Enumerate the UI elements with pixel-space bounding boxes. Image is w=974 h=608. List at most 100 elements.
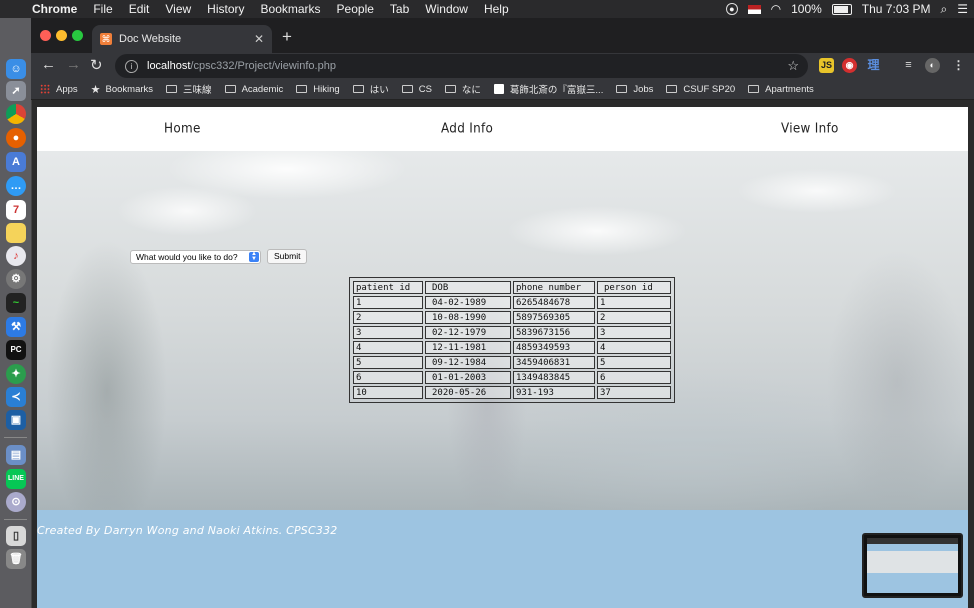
- downloads-stack-icon[interactable]: ⊙: [6, 492, 26, 512]
- notification-center-icon[interactable]: ☰: [957, 2, 968, 16]
- profile-avatar[interactable]: ◐: [925, 58, 940, 73]
- menu-view[interactable]: View: [165, 2, 191, 16]
- bookmarks-bar: Apps ★ Bookmarks 三味線 Academic Hiking はい C…: [31, 79, 974, 100]
- menu-bookmarks[interactable]: Bookmarks: [261, 2, 321, 16]
- bookmark-folder-apartments[interactable]: Apartments: [748, 84, 814, 95]
- action-select[interactable]: What would you like to do? ▲ ▼: [130, 249, 261, 264]
- tab-close-icon[interactable]: ✕: [254, 32, 264, 46]
- window-close-button[interactable]: [40, 30, 51, 41]
- cell-patient-id: 5: [353, 356, 423, 369]
- bookmark-bookmarks[interactable]: ★ Bookmarks: [91, 83, 153, 96]
- app-store-icon[interactable]: A: [6, 152, 26, 172]
- apps-grid-icon: [40, 84, 50, 94]
- bookmark-folder-academic[interactable]: Academic: [224, 84, 283, 95]
- cell-person-id: 5: [597, 356, 671, 369]
- new-tab-button[interactable]: +: [282, 27, 292, 47]
- battery-percent[interactable]: 100%: [791, 2, 822, 16]
- extension-kanji-icon[interactable]: 理: [866, 58, 881, 73]
- cell-patient-id: 4: [353, 341, 423, 354]
- bookmark-label: Apartments: [765, 83, 814, 95]
- chrome-menu-icon[interactable]: ⋮: [951, 58, 966, 73]
- battery-icon[interactable]: [831, 3, 852, 15]
- safari-icon[interactable]: ✦: [6, 364, 26, 384]
- screenshot-thumbnail[interactable]: [862, 533, 963, 598]
- trash-icon[interactable]: 🗑: [6, 549, 26, 569]
- us-flag-icon[interactable]: [747, 4, 761, 14]
- window-zoom-button[interactable]: [72, 30, 83, 41]
- table-header-row: patient id DOB phone number person id: [353, 281, 671, 294]
- xcode-icon[interactable]: ⚒: [6, 317, 26, 337]
- bookmark-apps[interactable]: Apps: [40, 84, 78, 95]
- cell-person-id: 3: [597, 326, 671, 339]
- extension-js-icon[interactable]: JS: [819, 58, 834, 73]
- preview-icon[interactable]: ▤: [6, 445, 26, 465]
- system-preferences-icon[interactable]: ⚙: [6, 269, 26, 289]
- address-bar[interactable]: i localhost /cpsc332/Project/viewinfo.ph…: [115, 54, 808, 78]
- calendar-icon[interactable]: 7: [6, 200, 26, 220]
- bookmark-label: 葛飾北斎の『富嶽三...: [509, 85, 604, 96]
- cell-phone: 5839673156: [513, 326, 595, 339]
- cell-person-id: 6: [597, 371, 671, 384]
- finder-icon[interactable]: ☺: [6, 59, 26, 79]
- wifi-icon[interactable]: ◠: [771, 2, 781, 16]
- site-navigation: Home Add Info View Info: [37, 107, 968, 151]
- bookmark-folder-nani[interactable]: なに: [444, 82, 481, 96]
- bookmark-folder-hiking[interactable]: Hiking: [296, 84, 340, 95]
- action-select-value: What would you like to do?: [136, 251, 238, 262]
- line-app-icon[interactable]: LINE: [6, 469, 26, 489]
- media-queue-icon[interactable]: ≡: [901, 58, 916, 73]
- back-arrow-icon[interactable]: ←: [41, 56, 56, 73]
- menu-tab[interactable]: Tab: [390, 2, 409, 16]
- bookmark-folder-shamisen[interactable]: 三味線: [166, 82, 212, 96]
- launchpad-icon[interactable]: ➚: [6, 81, 26, 101]
- pycharm-icon[interactable]: PC: [6, 340, 26, 360]
- virtualbox-icon[interactable]: ▣: [6, 410, 26, 430]
- menu-file[interactable]: File: [93, 2, 112, 16]
- firefox-icon[interactable]: ●: [6, 128, 26, 148]
- folder-icon: [748, 85, 760, 93]
- dock-separator: [4, 519, 27, 520]
- clock[interactable]: Thu 7:03 PM: [862, 2, 931, 16]
- url-host: localhost: [147, 60, 191, 72]
- bookmark-folder-csuf-sp20[interactable]: CSUF SP20: [666, 84, 735, 95]
- vscode-icon[interactable]: ≺: [6, 387, 26, 407]
- cell-patient-id: 1: [353, 296, 423, 309]
- music-icon[interactable]: ♪: [6, 246, 26, 266]
- document-stack-icon[interactable]: ▯: [6, 526, 26, 546]
- reload-icon[interactable]: ↻: [90, 56, 103, 74]
- bookmark-label: Bookmarks: [105, 83, 154, 95]
- activity-monitor-icon[interactable]: ~: [6, 293, 26, 313]
- menu-window[interactable]: Window: [425, 2, 468, 16]
- line-status-icon[interactable]: ●: [726, 3, 738, 15]
- bookmark-hokusai[interactable]: 葛飾北斎の『富嶽三...: [493, 82, 604, 96]
- menu-history[interactable]: History: [207, 2, 244, 16]
- menu-edit[interactable]: Edit: [129, 2, 150, 16]
- menu-people[interactable]: People: [337, 2, 374, 16]
- nav-view-info-link[interactable]: View Info: [781, 120, 839, 135]
- spotlight-search-icon[interactable]: ⌕: [941, 2, 948, 17]
- browser-tab-doc-website[interactable]: ⌘ Doc Website ✕: [92, 25, 272, 53]
- notes-icon[interactable]: [6, 223, 26, 243]
- bookmark-folder-cs[interactable]: CS: [401, 84, 432, 95]
- star-icon: ★: [90, 83, 101, 96]
- nav-add-info-link[interactable]: Add Info: [441, 120, 493, 135]
- forward-arrow-icon[interactable]: →: [66, 56, 81, 73]
- macos-menu-bar: Chrome File Edit View History Bookmarks …: [0, 0, 974, 18]
- bookmark-folder-jobs[interactable]: Jobs: [616, 84, 653, 95]
- site-info-icon[interactable]: i: [125, 59, 138, 73]
- nav-home-link[interactable]: Home: [164, 120, 201, 135]
- window-minimize-button[interactable]: [56, 30, 67, 41]
- table-row: 2 10-08-1990 5897569305 2: [353, 311, 671, 324]
- submit-button[interactable]: Submit: [267, 249, 308, 264]
- chrome-icon[interactable]: [6, 104, 26, 124]
- extension-shield-icon[interactable]: ◉: [842, 58, 857, 73]
- bookmark-folder-hai[interactable]: はい: [352, 82, 389, 96]
- table-row: 3 02-12-1979 5839673156 3: [353, 326, 671, 339]
- site-footer: Created By Darryn Wong and Naoki Atkins.…: [37, 510, 968, 608]
- dock: ☺ ➚ ● A … 7 ♪ ⚙ ~ ⚒ PC ✦ ≺ ▣ ▤ LINE ⊙ ▯ …: [0, 18, 32, 608]
- messages-icon[interactable]: …: [6, 176, 26, 196]
- bookmark-star-icon[interactable]: ☆: [787, 58, 799, 74]
- menu-help[interactable]: Help: [484, 2, 509, 16]
- menu-app-name[interactable]: Chrome: [32, 2, 77, 16]
- cell-person-id: 2: [597, 311, 671, 324]
